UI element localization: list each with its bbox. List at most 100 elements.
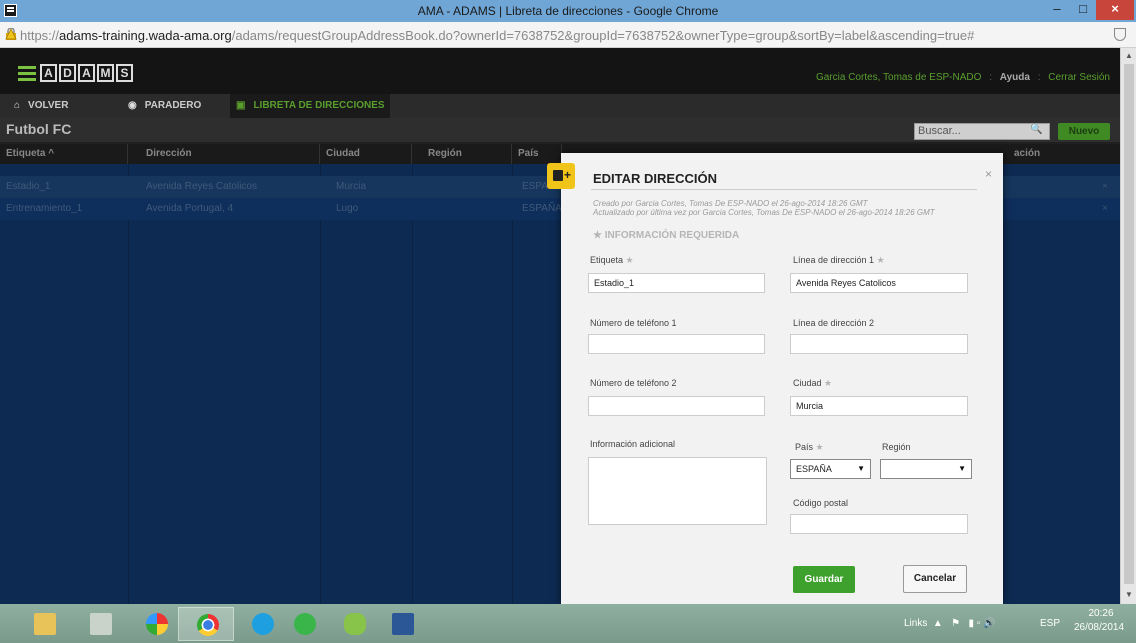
address1-input[interactable]: Avenida Reyes Catolicos xyxy=(790,273,968,293)
dropdown-arrow-icon: ▼ xyxy=(958,464,966,473)
label-field-label: Etiqueta ★ xyxy=(590,255,634,265)
folder-icon xyxy=(34,613,56,635)
city-input[interactable]: Murcia xyxy=(790,396,968,416)
delete-row-icon[interactable]: × xyxy=(1096,176,1108,198)
app-header: ADAMS Garcia Cortes, Tomas de ESP-NADO :… xyxy=(0,48,1120,94)
additional-info-textarea[interactable] xyxy=(588,457,767,525)
country-select[interactable]: ESPAÑA ▼ xyxy=(790,459,871,479)
column-header-country[interactable]: País xyxy=(512,144,562,164)
region-field-label: Región xyxy=(882,442,911,452)
save-button[interactable]: Guardar xyxy=(793,566,855,593)
address2-field-label: Línea de dirección 2 xyxy=(793,318,875,328)
window-title: AMA - ADAMS | Libreta de direcciones - G… xyxy=(417,4,719,18)
logo-letter: D xyxy=(59,64,76,82)
maximize-button[interactable]: □ xyxy=(1070,0,1096,20)
taskbar-chrome[interactable] xyxy=(178,607,234,641)
taskbar-explorer[interactable] xyxy=(16,607,72,641)
row-country: ESPAÑA xyxy=(522,203,562,214)
edit-address-dialog: EDITAR DIRECCIÓN × Creado por Garcia Cor… xyxy=(547,153,1003,604)
column-header-location[interactable]: ación xyxy=(1008,144,1088,164)
action-center-flag-icon: ⚑ xyxy=(951,618,961,629)
column-header-label[interactable]: Etiqueta ^ xyxy=(0,144,128,164)
scrollbar-thumb[interactable] xyxy=(1124,64,1134,584)
column-header-city[interactable]: Ciudad xyxy=(320,144,412,164)
home-icon: ⌂ xyxy=(14,100,21,111)
clock-time[interactable]: 20:26 xyxy=(1076,608,1126,619)
taskbar-spotify[interactable] xyxy=(276,607,332,641)
volume-icon: 🔊 xyxy=(983,618,996,629)
user-links: Garcia Cortes, Tomas de ESP-NADO : Ayuda… xyxy=(815,72,1110,83)
row-label: Entrenamiento_1 xyxy=(6,203,83,214)
adams-logo[interactable]: ADAMS xyxy=(18,63,135,83)
row-country: ESPA xyxy=(522,181,548,192)
taskbar-app[interactable] xyxy=(72,607,128,641)
cancel-button[interactable]: Cancelar xyxy=(903,565,967,593)
scroll-up-icon[interactable]: ▲ xyxy=(1125,51,1133,60)
battery-icon: ▮ xyxy=(968,618,974,629)
nav-back[interactable]: ⌂ VOLVER xyxy=(14,94,68,118)
page-scrollbar[interactable]: ▲ ▼ xyxy=(1120,48,1136,604)
url-text[interactable]: https://adams-training.wada-ama.org/adam… xyxy=(20,28,974,43)
row-address: Avenida Reyes Catolicos xyxy=(146,181,257,192)
address-bar[interactable]: https://adams-training.wada-ama.org/adam… xyxy=(0,22,1136,48)
created-info: Creado por Garcia Cortes, Tomas De ESP-N… xyxy=(593,199,868,208)
shield-icon[interactable] xyxy=(1114,28,1126,41)
required-star-icon: ★ xyxy=(876,255,885,265)
close-icon[interactable]: × xyxy=(985,167,992,181)
required-star-icon: ★ xyxy=(625,255,634,265)
column-header-address[interactable]: Dirección xyxy=(140,144,320,164)
address1-field-label: Línea de dirección 1 ★ xyxy=(793,255,885,265)
taskbar-word[interactable] xyxy=(374,607,430,641)
nav-whereabouts[interactable]: ◉ PARADERO xyxy=(128,94,201,118)
search-icon[interactable]: 🔍 xyxy=(1030,124,1042,135)
document-app-icon xyxy=(90,613,112,635)
help-link[interactable]: Ayuda xyxy=(1000,72,1030,83)
adams-logo-mark-icon xyxy=(18,64,36,82)
label-input[interactable]: Estadio_1 xyxy=(588,273,765,293)
dialog-title: EDITAR DIRECCIÓN xyxy=(593,171,717,186)
postal-code-field-label: Código postal xyxy=(793,498,849,508)
section-bar: Futbol FC Buscar... 🔍 Nuevo xyxy=(0,118,1120,142)
window-titlebar: AMA - ADAMS | Libreta de direcciones - G… xyxy=(0,0,1136,22)
chrome-icon xyxy=(197,614,219,636)
nav-address-book[interactable]: ▣ LIBRETA DE DIRECCIONES xyxy=(230,94,390,118)
word-icon xyxy=(392,613,414,635)
tray-expand-icon: ▲ xyxy=(932,618,943,629)
row-city: Lugo xyxy=(336,203,359,214)
region-select[interactable]: ▼ xyxy=(880,459,972,479)
logo-letter: A xyxy=(40,64,57,82)
row-label: Estadio_1 xyxy=(6,181,51,192)
row-city: Murcia xyxy=(336,181,367,192)
scroll-down-icon[interactable]: ▼ xyxy=(1125,590,1133,599)
minimize-button[interactable]: ‒ xyxy=(1044,0,1070,20)
tray-links-toolbar[interactable]: Links ▲ ⚑ ▮ ▫ 🔊 xyxy=(904,618,996,629)
required-star-icon: ★ xyxy=(824,378,833,388)
logout-link[interactable]: Cerrar Sesión xyxy=(1048,72,1110,83)
page-title: Futbol FC xyxy=(6,121,72,137)
dropdown-arrow-icon: ▼ xyxy=(857,464,865,473)
input-language[interactable]: ESP xyxy=(1040,618,1060,629)
postal-code-input[interactable] xyxy=(790,514,968,534)
spotify-icon xyxy=(294,613,316,635)
adams-logo-letters: ADAMS xyxy=(40,64,135,82)
windows-taskbar: Links ▲ ⚑ ▮ ▫ 🔊 ESP 20:26 26/08/2014 xyxy=(0,604,1136,643)
required-star-icon: ★ xyxy=(593,230,602,241)
location-pin-icon: ◉ xyxy=(128,100,137,111)
row-address: Avenida Portugal, 4 xyxy=(146,203,234,214)
taskbar-picasa[interactable] xyxy=(128,607,184,641)
user-name[interactable]: Garcia Cortes, Tomas de ESP-NADO xyxy=(816,72,981,83)
insecure-lock-icon[interactable] xyxy=(5,28,17,40)
skype-icon xyxy=(252,613,274,635)
phone1-input[interactable] xyxy=(588,334,765,354)
clock-date[interactable]: 26/08/2014 xyxy=(1068,622,1130,633)
column-header-region[interactable]: Región xyxy=(422,144,512,164)
phone2-input[interactable] xyxy=(588,396,765,416)
logo-letter: M xyxy=(97,64,114,82)
delete-row-icon[interactable]: × xyxy=(1096,198,1108,220)
signal-icon: ▫ xyxy=(976,618,981,629)
phone2-field-label: Número de teléfono 2 xyxy=(590,378,677,388)
address2-input[interactable] xyxy=(790,334,968,354)
close-window-button[interactable]: × xyxy=(1096,0,1134,20)
logo-letter: A xyxy=(78,64,95,82)
new-button[interactable]: Nuevo xyxy=(1058,123,1110,140)
